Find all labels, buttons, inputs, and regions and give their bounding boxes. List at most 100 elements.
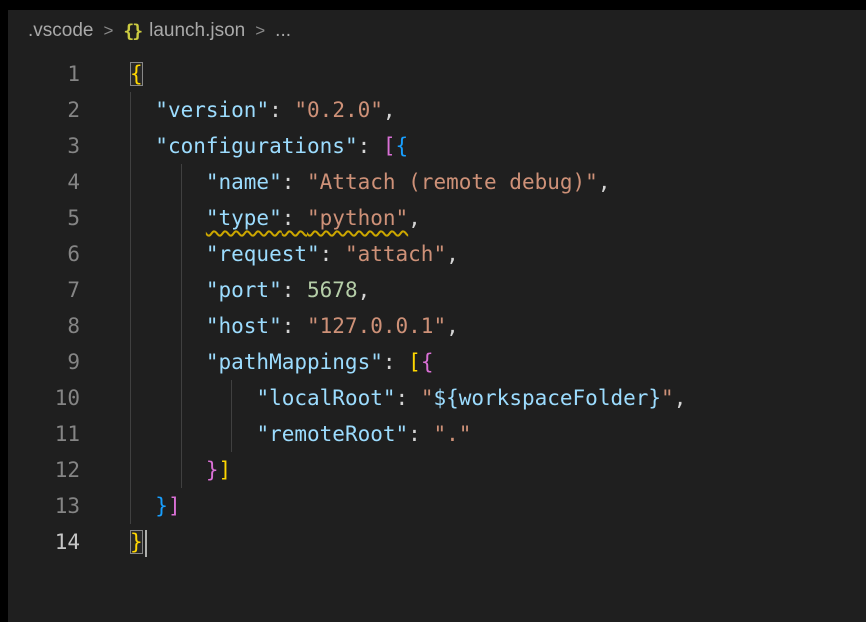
code-line[interactable]: }] xyxy=(108,452,866,488)
code-token: { xyxy=(421,350,434,374)
code-row: 10 "localRoot": "${workspaceFolder}", xyxy=(8,380,866,416)
breadcrumb-folder[interactable]: .vscode xyxy=(28,20,93,42)
code-line[interactable]: "host": "127.0.0.1", xyxy=(108,308,866,344)
indent-guide xyxy=(130,452,131,488)
code-line[interactable]: }] xyxy=(108,488,866,524)
line-number[interactable]: 10 xyxy=(8,380,108,416)
code-token: : xyxy=(383,350,408,374)
code-row: 8 "host": "127.0.0.1", xyxy=(8,308,866,344)
code-row: 7 "port": 5678, xyxy=(8,272,866,308)
code-token: , xyxy=(358,278,371,302)
code-token: 5678 xyxy=(307,278,358,302)
code-token: " xyxy=(661,386,674,410)
code-row: 14} xyxy=(8,524,866,560)
indent-guide xyxy=(231,380,232,416)
code-token: "configurations" xyxy=(155,134,357,158)
indent-guide xyxy=(130,236,131,272)
code-token: : xyxy=(396,386,421,410)
code-token: [ xyxy=(383,134,396,158)
code-token: : xyxy=(282,314,307,338)
indent-guide xyxy=(181,272,182,308)
line-number[interactable]: 14 xyxy=(8,524,108,560)
line-number[interactable]: 1 xyxy=(8,56,108,92)
code-token: , xyxy=(383,98,396,122)
code-line[interactable]: "pathMappings": [{ xyxy=(108,344,866,380)
code-line[interactable]: "request": "attach", xyxy=(108,236,866,272)
code-token: " xyxy=(421,386,434,410)
indent-guide xyxy=(130,344,131,380)
code-row: 6 "request": "attach", xyxy=(8,236,866,272)
code-line[interactable]: "remoteRoot": "." xyxy=(108,416,866,452)
line-number[interactable]: 13 xyxy=(8,488,108,524)
indent-guide xyxy=(181,236,182,272)
breadcrumb-file[interactable]: launch.json xyxy=(149,20,245,42)
code-token: ] xyxy=(168,494,181,518)
code-token: "type" xyxy=(206,206,282,230)
matched-bracket: } xyxy=(130,530,143,554)
code-line[interactable]: "version": "0.2.0", xyxy=(108,92,866,128)
code-token: : xyxy=(320,242,345,266)
code-row: 4 "name": "Attach (remote debug)", xyxy=(8,164,866,200)
chevron-right-icon: > xyxy=(255,21,265,41)
code-line[interactable]: "type": "python", xyxy=(108,200,866,236)
code-token: "port" xyxy=(206,278,282,302)
line-number[interactable]: 6 xyxy=(8,236,108,272)
line-number[interactable]: 5 xyxy=(8,200,108,236)
indent-guide xyxy=(181,452,182,488)
indent-guide xyxy=(181,344,182,380)
code-line[interactable]: } xyxy=(108,524,866,560)
breadcrumb-symbol[interactable]: ... xyxy=(275,20,291,42)
code-token: "0.2.0" xyxy=(294,98,383,122)
code-line[interactable]: "port": 5678, xyxy=(108,272,866,308)
code-token: "name" xyxy=(206,170,282,194)
chevron-right-icon: > xyxy=(103,21,113,41)
code-token: "version" xyxy=(155,98,269,122)
window-left-edge xyxy=(0,0,8,622)
code-token: , xyxy=(598,170,611,194)
code-row: 3 "configurations": [{ xyxy=(8,128,866,164)
code-row: 1{ xyxy=(8,56,866,92)
indent-guide xyxy=(181,416,182,452)
indent-guide xyxy=(130,200,131,236)
line-number[interactable]: 11 xyxy=(8,416,108,452)
code-token: "python" xyxy=(307,206,408,230)
line-number[interactable]: 12 xyxy=(8,452,108,488)
line-number[interactable]: 8 xyxy=(8,308,108,344)
code-token: : xyxy=(282,278,307,302)
indent-guide xyxy=(130,488,131,524)
matched-bracket: { xyxy=(130,62,143,86)
code-token: "request" xyxy=(206,242,320,266)
line-number[interactable]: 9 xyxy=(8,344,108,380)
line-number[interactable]: 2 xyxy=(8,92,108,128)
code-line[interactable]: "localRoot": "${workspaceFolder}", xyxy=(108,380,866,416)
code-line[interactable]: "configurations": [{ xyxy=(108,128,866,164)
code-token: "host" xyxy=(206,314,282,338)
line-number[interactable]: 3 xyxy=(8,128,108,164)
code-token: ${workspaceFolder} xyxy=(433,386,661,410)
code-token: , xyxy=(446,242,459,266)
indent-guide xyxy=(130,380,131,416)
code-row: 5 "type": "python", xyxy=(8,200,866,236)
code-line[interactable]: "name": "Attach (remote debug)", xyxy=(108,164,866,200)
code-token: : xyxy=(269,98,294,122)
indent-guide xyxy=(130,308,131,344)
code-token: : xyxy=(282,206,307,230)
code-row: 9 "pathMappings": [{ xyxy=(8,344,866,380)
code-line[interactable]: { xyxy=(108,56,866,92)
line-number[interactable]: 4 xyxy=(8,164,108,200)
indent-guide xyxy=(181,308,182,344)
code-token: "localRoot" xyxy=(256,386,395,410)
code-token: [ xyxy=(408,350,421,374)
indent-guide xyxy=(130,92,131,128)
code-token: ] xyxy=(219,458,232,482)
code-token: , xyxy=(408,206,421,230)
indent-guide xyxy=(181,164,182,200)
code-token: "attach" xyxy=(345,242,446,266)
indent-guide xyxy=(130,128,131,164)
code-area: 1{2 "version": "0.2.0",3 "configurations… xyxy=(8,56,866,560)
line-number[interactable]: 7 xyxy=(8,272,108,308)
code-row: 2 "version": "0.2.0", xyxy=(8,92,866,128)
indent-guide xyxy=(130,416,131,452)
code-token: } xyxy=(206,458,219,482)
indent-guide xyxy=(181,380,182,416)
